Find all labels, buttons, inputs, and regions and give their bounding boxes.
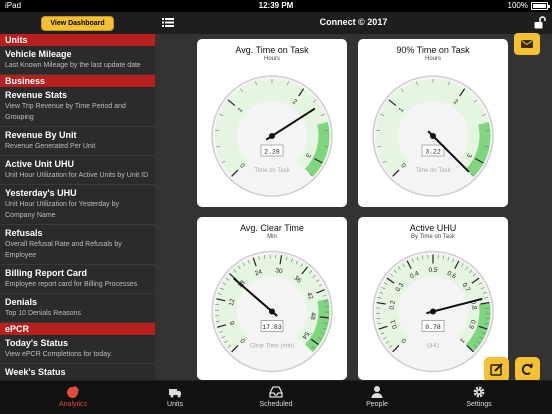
inbox-tray-icon [269, 386, 283, 398]
list-item[interactable]: Revenue By Unit Revenue Generated Per Uni… [0, 127, 155, 156]
gauge-label: Time on Task [415, 168, 451, 174]
list-item-title: Refusals [5, 228, 43, 238]
gauge-dial: 06121824303642485417.83Clear Time (min) [211, 250, 333, 373]
list-item-title: Today's Status [5, 338, 68, 348]
gauge-card: Avg. Clear Time Min 06121824303642485417… [197, 217, 347, 380]
list-item-description: Overall Refusal Rate and Refusals by Emp… [5, 241, 122, 259]
tab-label: Units [167, 401, 183, 408]
gauge-label: Time on Task [254, 168, 290, 174]
tab-label: Analytics [58, 401, 87, 408]
gauge-card: Active UHU By Time on Task 0 0.1 0.2 0.3 0.4… [358, 217, 508, 380]
gauge-card: Avg. Time on Task Hours 0 1 2 3 2.28 Time on … [197, 39, 347, 207]
list-item-description: Last Known Mileage by the last update da… [5, 62, 141, 69]
gauge-hub [269, 133, 275, 139]
gauge-hub [430, 308, 436, 315]
tab-units[interactable]: Units [120, 381, 230, 414]
list-item-title: Revenue Stats [5, 90, 68, 100]
unlock-icon[interactable] [534, 16, 546, 29]
section-header: Business [0, 75, 155, 87]
clock: 12:39 PM [258, 1, 294, 10]
navbar: Connect © 2017 [155, 12, 552, 34]
tab-scheduled[interactable]: Scheduled [221, 381, 331, 414]
tab-analytics[interactable]: Analytics [18, 381, 128, 414]
gauge-dial: 01232.28Time on Task [211, 75, 333, 197]
section-header: ePCR [0, 323, 155, 335]
gauge-hub [430, 133, 436, 139]
refresh-button[interactable] [515, 357, 540, 382]
tick-label: 0.5 [428, 267, 437, 274]
battery-icon [531, 2, 550, 10]
gauge-label: UHU [427, 344, 440, 350]
tick-label: 0.2 [389, 300, 397, 310]
list-item[interactable]: Vehicle Mileage Last Known Mileage by the… [0, 46, 155, 75]
view-dashboard-button[interactable]: View Dashboard [41, 15, 114, 31]
gauge-dial: 01233.22Time on Task [372, 75, 494, 197]
gauge-readout: 0.78 [425, 324, 441, 331]
tick-label: 48 [309, 312, 317, 320]
pie-chart-icon [67, 386, 79, 398]
tab-bar: Analytics Units Scheduled People Setting… [0, 380, 552, 414]
gauge-hub [269, 308, 275, 315]
nav-title: Connect © 2017 [319, 17, 388, 27]
list-item-description: Top 10 Denials Reasons [5, 310, 81, 317]
list-item[interactable]: Today's Status View ePCR Completions for … [0, 335, 155, 364]
gauge-dashboard: Avg. Time on Task Hours 0 1 2 3 2.28 Time on … [155, 34, 552, 380]
list-item[interactable]: Revenue Stats View Trip Revenue by Time P… [0, 87, 155, 127]
section-header: Units [0, 34, 155, 46]
refresh-icon [521, 363, 533, 375]
gauge-label: Clear Time (min) [250, 344, 294, 350]
edit-icon [490, 363, 503, 376]
status-bar: iPad 12:39 PM 100% [0, 0, 552, 12]
gauge-readout: 2.28 [264, 149, 280, 156]
report-list: Units Vehicle Mileage Last Known Mileage b… [0, 34, 155, 380]
list-item-description: Unit Hour Utilization for Active Units b… [5, 172, 149, 179]
envelope-icon [521, 40, 533, 48]
truck-icon [169, 389, 181, 398]
person-icon [371, 386, 383, 398]
gauge-card: 90% Time on Task Hours 0 1 2 3 3.22 Time on T… [358, 39, 508, 207]
list-item[interactable]: Week's Status [0, 364, 155, 380]
list-item-title: Vehicle Mileage [5, 49, 72, 59]
tab-settings[interactable]: Settings [424, 381, 534, 414]
list-item-description: View Trip Revenue by Time Period and Gro… [5, 103, 126, 121]
list-item-title: Active Unit UHU [5, 159, 75, 169]
gear-icon [473, 386, 485, 398]
battery-percent: 100% [507, 1, 528, 10]
list-item-title: Week's Status [5, 367, 66, 377]
mail-button[interactable] [514, 33, 540, 55]
tab-label: Settings [466, 401, 492, 408]
list-item-title: Yesterday's UHU [5, 188, 77, 198]
list-item[interactable]: Refusals Overall Refusal Rate and Refusal… [0, 225, 155, 265]
tab-label: Scheduled [259, 401, 293, 408]
list-item[interactable]: Active Unit UHU Unit Hour Utilization for… [0, 156, 155, 185]
list-item-description: Unit Hour Utilization for Yesterday by C… [5, 201, 119, 219]
list-item-title: Revenue By Unit [5, 130, 77, 140]
sidebar-header: View Dashboard [0, 12, 155, 34]
list-item[interactable]: Denials Top 10 Denials Reasons [0, 294, 155, 323]
compose-button[interactable] [484, 357, 509, 382]
list-item-description: View ePCR Completions for today. [5, 351, 113, 358]
sidebar: View Dashboard Units Vehicle Mileage Last … [0, 12, 155, 380]
list-item-title: Denials [5, 297, 38, 307]
gauge-readout: 17.83 [262, 324, 282, 331]
list-item-description: Revenue Generated Per Unit [5, 143, 96, 150]
list-item-description: Employee report card for Billing Process… [5, 281, 138, 288]
tab-people[interactable]: People [322, 381, 432, 414]
list-item[interactable]: Billing Report Card Employee report card … [0, 265, 155, 294]
list-item-title: Billing Report Card [5, 268, 88, 278]
list-item[interactable]: Yesterday's UHU Unit Hour Utilization for… [0, 185, 155, 225]
gauge-dial: 00.10.20.30.4 0.5 0.60.70.80.910.78UHU [372, 250, 494, 373]
gauge-readout: 3.22 [425, 149, 441, 156]
tab-label: People [366, 401, 388, 408]
